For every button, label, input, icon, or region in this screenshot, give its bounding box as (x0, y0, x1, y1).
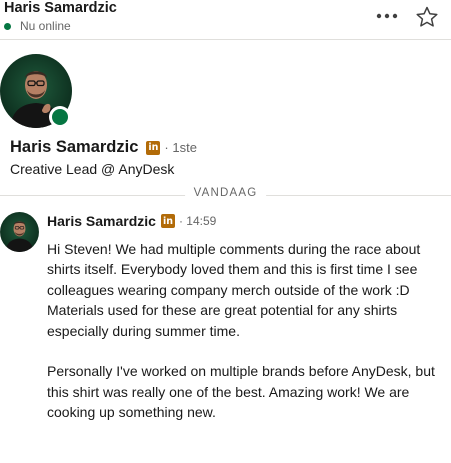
more-options-button[interactable] (372, 4, 402, 28)
header-contact-name[interactable]: Haris Samardzic (4, 0, 117, 16)
profile-name-link[interactable]: Haris Samardzic (10, 138, 138, 157)
connection-degree: · 1ste (164, 140, 197, 155)
presence-status-text: Nu online (20, 19, 71, 33)
online-status-badge (49, 106, 71, 128)
online-dot-icon (52, 109, 68, 125)
message-body: Hi Steven! We had multiple comments duri… (47, 239, 449, 423)
message-paragraph: Personally I've worked on multiple brand… (47, 363, 435, 421)
day-divider-label: VANDAAG (184, 187, 267, 199)
message-paragraph: Hi Steven! We had multiple comments duri… (47, 241, 421, 339)
profile-headline: Creative Lead @ AnyDesk (10, 161, 175, 177)
profile-name-row: Haris Samardzic in · 1ste (10, 138, 197, 157)
message-header: Haris Samardzic in · 14:59 (47, 213, 216, 229)
more-horizontal-icon (376, 13, 398, 19)
star-conversation-button[interactable] (413, 3, 441, 31)
conversation-header: Haris Samardzic Nu online (0, 0, 451, 40)
message-sender-name[interactable]: Haris Samardzic (47, 213, 156, 229)
presence-status: Nu online (4, 19, 71, 33)
star-icon (416, 6, 438, 27)
message-timestamp: · 14:59 (178, 214, 217, 228)
online-dot-icon (4, 22, 11, 30)
linkedin-premium-icon: in (160, 214, 175, 228)
message-sender-avatar[interactable] (0, 212, 39, 252)
sender-photo (0, 212, 39, 252)
linkedin-premium-icon: in (146, 140, 161, 155)
